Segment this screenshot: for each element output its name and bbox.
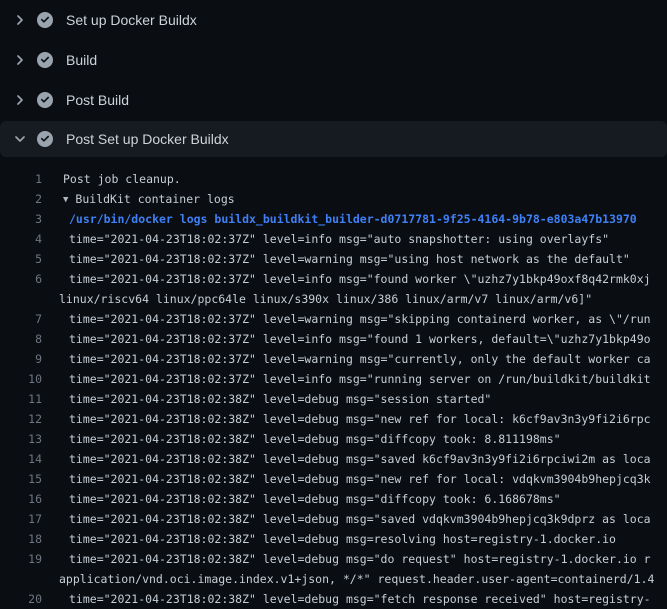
log-line-text: time="2021-04-23T18:02:38Z" level=debug … [42,529,616,549]
log-line-number[interactable]: 13 [0,429,42,449]
log-line-number[interactable]: 18 [0,529,42,549]
check-circle-icon [37,52,53,68]
log-line-number[interactable]: 8 [0,329,42,349]
log-line: 18time="2021-04-23T18:02:38Z" level=debu… [0,529,667,549]
step-title: Post Build [66,92,129,108]
log-line: 11time="2021-04-23T18:02:38Z" level=debu… [0,389,667,409]
log-line: 9time="2021-04-23T18:02:37Z" level=warni… [0,349,667,369]
log-line: 17time="2021-04-23T18:02:38Z" level=debu… [0,509,667,529]
log-line: 4time="2021-04-23T18:02:37Z" level=info … [0,229,667,249]
log-line: 12time="2021-04-23T18:02:38Z" level=debu… [0,409,667,429]
log-line: 5time="2021-04-23T18:02:37Z" level=warni… [0,249,667,269]
log-line: 8time="2021-04-23T18:02:37Z" level=info … [0,329,667,349]
log-line: 16time="2021-04-23T18:02:38Z" level=debu… [0,489,667,509]
log-line: linux/riscv64 linux/ppc64le linux/s390x … [0,289,667,309]
log-line-text: time="2021-04-23T18:02:38Z" level=debug … [42,409,651,429]
log-line-number[interactable]: 3 [0,209,42,229]
log-line-text: time="2021-04-23T18:02:38Z" level=debug … [42,509,651,529]
log-command-text: /usr/bin/docker logs buildx_buildkit_bui… [42,209,637,229]
log-line-number[interactable]: 19 [0,549,42,569]
log-line-text: ▼ BuildKit container logs [42,189,235,209]
log-line-number[interactable]: 16 [0,489,42,509]
step-title: Build [66,52,97,68]
log-line-number [0,289,42,309]
log-line-text: application/vnd.oci.image.index.v1+json,… [42,569,654,589]
log-line-text: Post job cleanup. [42,169,181,189]
log-line: 7time="2021-04-23T18:02:37Z" level=warni… [0,309,667,329]
group-label: BuildKit container logs [75,192,234,206]
log-line: 20time="2021-04-23T18:02:38Z" level=debu… [0,589,667,609]
log-line-text: linux/riscv64 linux/ppc64le linux/s390x … [42,289,592,309]
log-line: 1Post job cleanup. [0,169,667,189]
log-line-number [0,569,42,589]
log-line-number[interactable]: 5 [0,249,42,269]
log-line: 2 ▼ BuildKit container logs [0,189,667,209]
check-circle-icon [37,12,53,28]
log-line: 6time="2021-04-23T18:02:37Z" level=info … [0,269,667,289]
log-line-text: time="2021-04-23T18:02:37Z" level=info m… [42,269,651,289]
log-line-text: time="2021-04-23T18:02:38Z" level=debug … [42,489,561,509]
log-area: 1Post job cleanup.2 ▼ BuildKit container l… [0,157,667,609]
step-header-build[interactable]: Build [0,40,667,80]
log-line-text: time="2021-04-23T18:02:37Z" level=info m… [42,229,609,249]
step-header-post-set-up-docker-buildx[interactable]: Post Set up Docker Buildx [0,121,667,157]
log-line-number[interactable]: 15 [0,469,42,489]
log-line-number[interactable]: 17 [0,509,42,529]
log-line-text: time="2021-04-23T18:02:38Z" level=debug … [42,469,651,489]
log-line-text: time="2021-04-23T18:02:37Z" level=info m… [42,369,651,389]
group-collapse-caret-icon[interactable]: ▼ [63,190,68,209]
log-line-text: time="2021-04-23T18:02:37Z" level=warnin… [42,249,630,269]
check-circle-icon [37,92,53,108]
log-line: 14time="2021-04-23T18:02:38Z" level=debu… [0,449,667,469]
log-line-number[interactable]: 6 [0,269,42,289]
log-line-text: time="2021-04-23T18:02:37Z" level=warnin… [42,349,651,369]
log-line-text: time="2021-04-23T18:02:38Z" level=debug … [42,589,651,609]
step-header-set-up-docker-buildx[interactable]: Set up Docker Buildx [0,0,667,40]
log-line-text: time="2021-04-23T18:02:38Z" level=debug … [42,449,651,469]
actions-log-viewer: { "colors": { "page_background": "#0a0d1… [0,0,667,600]
log-line-text: time="2021-04-23T18:02:38Z" level=debug … [42,429,561,449]
log-line: 10time="2021-04-23T18:02:37Z" level=info… [0,369,667,389]
chevron-down-icon [12,131,28,147]
steps-list: Set up Docker Buildx Build [0,0,667,157]
log-line-text: time="2021-04-23T18:02:38Z" level=debug … [42,549,651,569]
log-line-number[interactable]: 2 [0,189,42,209]
log-line-text: time="2021-04-23T18:02:37Z" level=info m… [42,329,651,349]
step-header-post-build[interactable]: Post Build [0,80,667,120]
log-line: 15time="2021-04-23T18:02:38Z" level=debu… [0,469,667,489]
log-line: 19time="2021-04-23T18:02:38Z" level=debu… [0,549,667,569]
log-line-text: time="2021-04-23T18:02:38Z" level=debug … [42,389,491,409]
chevron-right-icon [12,92,28,108]
log-line-number[interactable]: 9 [0,349,42,369]
log-line-number[interactable]: 20 [0,589,42,609]
log-line-number[interactable]: 14 [0,449,42,469]
log-line-number[interactable]: 7 [0,309,42,329]
log-line: 13time="2021-04-23T18:02:38Z" level=debu… [0,429,667,449]
log-line: 3/usr/bin/docker logs buildx_buildkit_bu… [0,209,667,229]
chevron-right-icon [12,12,28,28]
log-line-number[interactable]: 12 [0,409,42,429]
log-line-number[interactable]: 1 [0,169,42,189]
check-circle-icon [37,131,53,147]
log-line-number[interactable]: 4 [0,229,42,249]
step-title: Post Set up Docker Buildx [66,131,229,147]
log-line-number[interactable]: 11 [0,389,42,409]
chevron-right-icon [12,52,28,68]
log-line: application/vnd.oci.image.index.v1+json,… [0,569,667,589]
log-line-number[interactable]: 10 [0,369,42,389]
log-line-text: time="2021-04-23T18:02:37Z" level=warnin… [42,309,651,329]
step-title: Set up Docker Buildx [66,12,197,28]
